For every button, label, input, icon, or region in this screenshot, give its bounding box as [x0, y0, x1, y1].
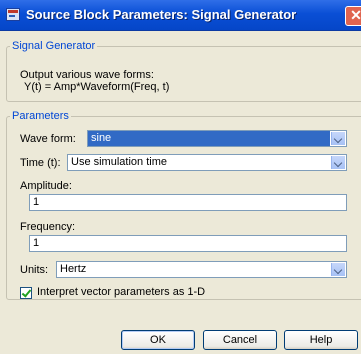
ok-label: OK [150, 334, 166, 346]
units-label: Units: [20, 264, 49, 276]
cancel-button[interactable]: Cancel [203, 330, 277, 350]
wave-form-value: sine [88, 131, 330, 146]
wave-form-label: Wave form: [20, 133, 76, 145]
frequency-input[interactable]: 1 [29, 235, 347, 252]
cancel-label: Cancel [222, 334, 258, 346]
amplitude-label: Amplitude: [20, 180, 72, 192]
frequency-label: Frequency: [20, 221, 76, 233]
block-description: Output various wave forms: Y(t) = Amp*Wa… [20, 69, 169, 93]
close-button[interactable]: ✕ [345, 6, 361, 26]
interpret-vector-checkbox[interactable] [20, 287, 32, 299]
chevron-down-icon[interactable] [331, 156, 345, 169]
time-dropdown[interactable]: Use simulation time [67, 154, 347, 171]
ok-button[interactable]: OK [121, 330, 195, 350]
help-button[interactable]: Help [284, 330, 358, 350]
parameters-legend: Parameters [12, 110, 69, 122]
time-value: Use simulation time [71, 156, 167, 168]
window-title: Source Block Parameters: Signal Generato… [26, 7, 297, 22]
interpret-vector-label[interactable]: Interpret vector parameters as 1-D [37, 286, 205, 298]
units-dropdown[interactable]: Hertz [56, 261, 347, 278]
chevron-down-icon[interactable] [331, 132, 345, 145]
wave-form-dropdown[interactable]: sine [87, 130, 347, 147]
units-value: Hertz [60, 263, 87, 275]
title-bar[interactable]: Source Block Parameters: Signal Generato… [0, 0, 361, 31]
amplitude-input[interactable]: 1 [29, 194, 347, 211]
description-line-1: Output various wave forms: [20, 69, 154, 81]
help-label: Help [309, 334, 333, 346]
signal-generator-legend: Signal Generator [12, 40, 96, 52]
description-line-2: Y(t) = Amp*Waveform(Freq, t) [24, 81, 170, 93]
chevron-down-icon[interactable] [331, 263, 345, 276]
time-label: Time (t): [20, 157, 61, 169]
block-parameters-icon [6, 8, 20, 21]
